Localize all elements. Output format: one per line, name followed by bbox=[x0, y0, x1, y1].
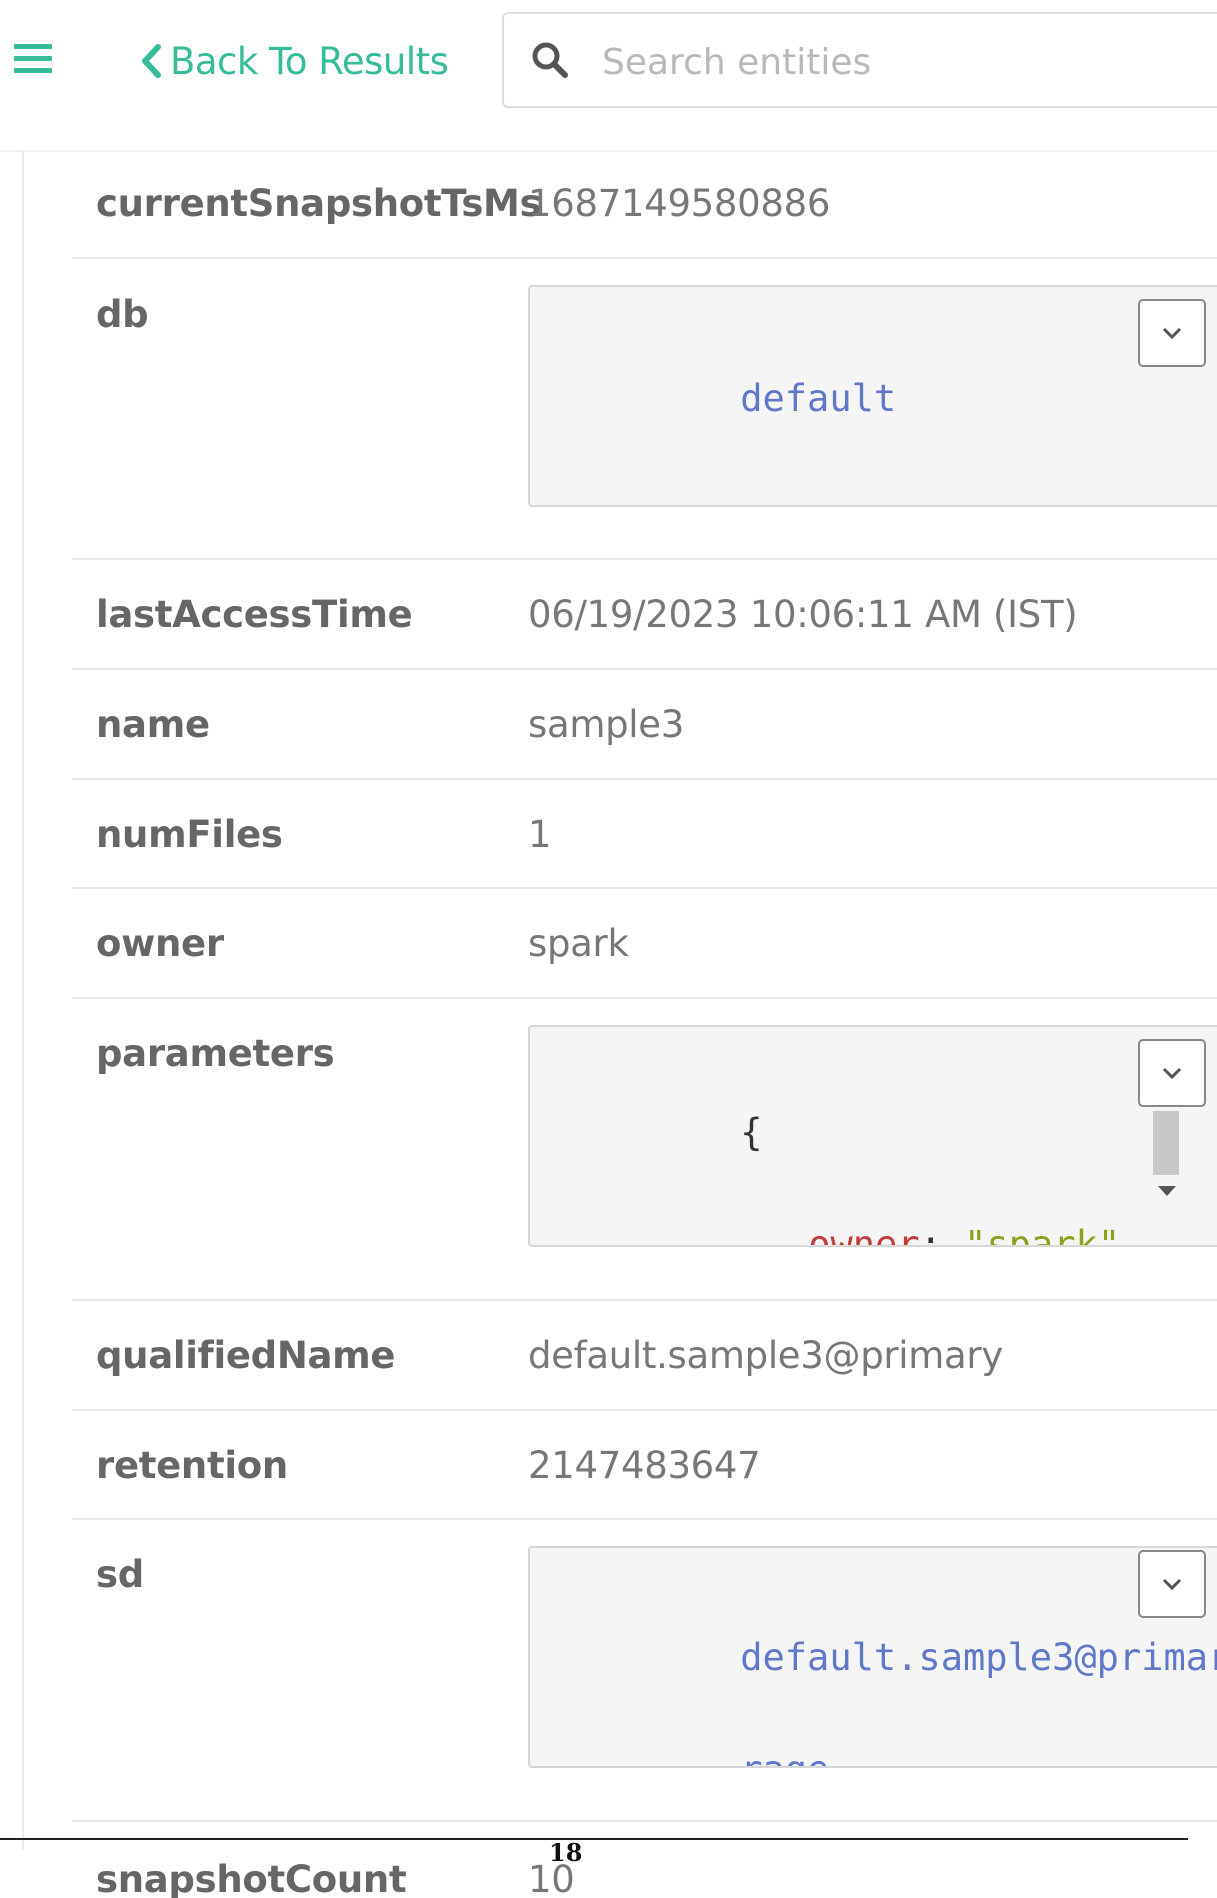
property-value: 1687149580886 bbox=[528, 182, 831, 225]
property-row-name: name sample3 bbox=[72, 670, 1217, 780]
property-value: 2147483647 bbox=[528, 1444, 761, 1487]
sd-link-value-wrap[interactable]: rage bbox=[740, 1748, 829, 1766]
search-box bbox=[502, 12, 1217, 108]
page-number: 18 bbox=[549, 1838, 583, 1867]
property-key: db bbox=[96, 293, 149, 336]
back-to-results-label: Back To Results bbox=[170, 39, 449, 83]
chevron-down-icon bbox=[1162, 1067, 1182, 1080]
property-key: owner bbox=[96, 922, 224, 965]
sd-code-box[interactable]: default.sample3@primary_s rage bbox=[528, 1546, 1217, 1768]
property-value: default.sample3@primary bbox=[528, 1334, 1003, 1377]
property-value: spark bbox=[528, 922, 629, 965]
property-row-retention: retention 2147483647 bbox=[72, 1411, 1217, 1520]
property-row-numfiles: numFiles 1 bbox=[72, 780, 1217, 889]
property-row-lastaccesstime: lastAccessTime 06/19/2023 10:06:11 AM (I… bbox=[72, 560, 1217, 670]
property-row-qualifiedname: qualifiedName default.sample3@primary bbox=[72, 1301, 1217, 1411]
property-row-parameters: parameters { owner: "spark", previous_me… bbox=[72, 999, 1217, 1301]
db-code-box[interactable]: default bbox=[528, 285, 1217, 507]
back-to-results-link[interactable]: Back To Results bbox=[140, 36, 449, 86]
json-string-value: "spark" bbox=[964, 1223, 1121, 1247]
db-expand-button[interactable] bbox=[1138, 299, 1206, 367]
property-row-owner: owner spark bbox=[72, 889, 1217, 999]
property-key: numFiles bbox=[96, 813, 283, 856]
entity-detail-page: Back To Results currentSnapshotTsMs 1687… bbox=[0, 0, 1217, 1898]
sd-link-value[interactable]: default.sample3@primary_s bbox=[740, 1636, 1217, 1679]
property-key: qualifiedName bbox=[96, 1334, 396, 1377]
hamburger-menu-icon[interactable] bbox=[14, 44, 52, 74]
property-key: retention bbox=[96, 1444, 288, 1487]
page-break-line bbox=[0, 1838, 1188, 1840]
property-value: sample3 bbox=[528, 703, 684, 746]
property-value: 1 bbox=[528, 813, 552, 856]
search-icon bbox=[532, 42, 568, 78]
property-row-sd: sd default.sample3@primary_s rage bbox=[72, 1520, 1217, 1822]
property-row-currentsnapshottsms: currentSnapshotTsMs 1687149580886 bbox=[72, 152, 1217, 259]
json-open-brace: { bbox=[740, 1111, 763, 1154]
parameters-code-box[interactable]: { owner: "spark", previous_metadata_loca bbox=[528, 1025, 1217, 1247]
property-row-snapshotcount: snapshotCount 10 bbox=[72, 1822, 1217, 1898]
chevron-down-icon bbox=[1162, 327, 1182, 340]
sd-expand-button[interactable] bbox=[1138, 1550, 1206, 1618]
parameters-scrollbar-thumb[interactable] bbox=[1153, 1111, 1179, 1175]
parameters-expand-button[interactable] bbox=[1138, 1039, 1206, 1107]
property-key: parameters bbox=[96, 1032, 335, 1075]
property-key: snapshotCount bbox=[96, 1858, 407, 1898]
property-key: currentSnapshotTsMs bbox=[96, 182, 542, 225]
property-key: lastAccessTime bbox=[96, 593, 413, 636]
property-key: name bbox=[96, 703, 210, 746]
scroll-down-arrow-icon[interactable] bbox=[1158, 1186, 1176, 1196]
chevron-left-icon bbox=[142, 44, 161, 78]
property-row-db: db default bbox=[72, 259, 1217, 560]
json-colon: : bbox=[919, 1223, 965, 1247]
parameters-json: { owner: "spark", previous_metadata_loca bbox=[562, 1049, 1217, 1247]
property-value: 06/19/2023 10:06:11 AM (IST) bbox=[528, 593, 1078, 636]
property-key: sd bbox=[96, 1553, 144, 1596]
db-link-value[interactable]: default bbox=[740, 377, 896, 420]
chevron-down-icon bbox=[1162, 1578, 1182, 1591]
content-left-border bbox=[22, 150, 24, 1850]
json-comma: , bbox=[1120, 1223, 1143, 1247]
json-key: owner bbox=[808, 1223, 920, 1247]
search-input[interactable] bbox=[600, 34, 1204, 90]
